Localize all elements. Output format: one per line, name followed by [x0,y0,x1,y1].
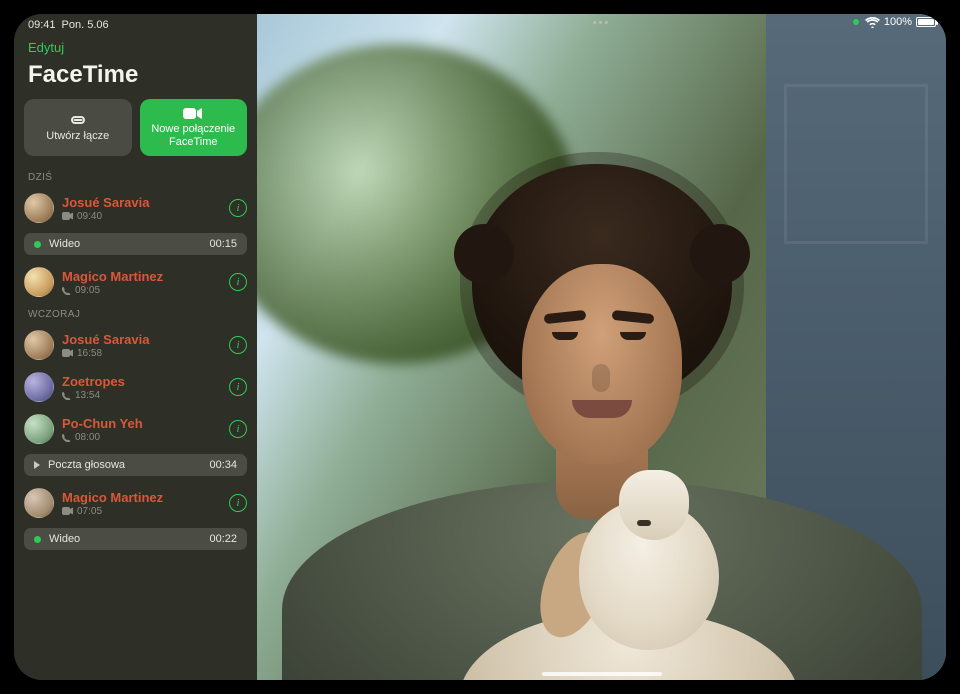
ipad-frame: 09:41 Pon. 5.06 Edytuj FaceTime Utwórz ł… [0,0,960,694]
call-item[interactable]: Zoetropes 13:54 i [14,366,257,408]
camera-preview[interactable]: ••• 100% [257,14,946,680]
video-icon [62,349,73,357]
action-buttons: Utwórz łącze Nowe połączenie FaceTime [14,99,257,166]
create-link-label: Utwórz łącze [46,130,109,143]
page-title: FaceTime [14,59,257,99]
call-time: 13:54 [75,390,100,401]
video-icon [62,212,73,220]
call-text: Magico Martinez 09:05 [62,269,221,296]
video-message-row[interactable]: Wideo 00:22 [24,528,247,550]
avatar [24,372,54,402]
call-meta: 13:54 [62,390,221,401]
call-item[interactable]: Josué Saravia 09:40 i [14,187,257,229]
unread-dot-icon [34,536,41,543]
avatar [24,193,54,223]
phone-icon [62,391,71,400]
info-button[interactable]: i [229,336,247,354]
call-name: Po-Chun Yeh [62,416,221,431]
info-button[interactable]: i [229,378,247,396]
call-name: Zoetropes [62,374,221,389]
call-time: 07:05 [77,506,102,517]
status-bar-left: 09:41 Pon. 5.06 [14,14,257,32]
link-icon [69,113,87,127]
call-meta: 16:58 [62,348,221,359]
sub-duration: 00:34 [209,459,237,471]
call-meta: 07:05 [62,506,221,517]
avatar [24,488,54,518]
avatar [24,267,54,297]
call-text: Po-Chun Yeh 08:00 [62,416,221,443]
new-facetime-label-2: FaceTime [169,136,218,149]
unread-dot-icon [34,241,41,248]
sub-label: Wideo [49,533,80,545]
call-time: 09:05 [75,285,100,296]
voicemail-row[interactable]: Poczta głosowa 00:34 [24,454,247,476]
info-button[interactable]: i [229,420,247,438]
call-text: Josué Saravia 09:40 [62,195,221,222]
edit-button[interactable]: Edytuj [14,32,257,59]
call-item[interactable]: Po-Chun Yeh 08:00 i [14,408,257,450]
battery-icon [916,17,936,27]
new-facetime-label-1: Nowe połączenie [151,123,235,136]
battery-percent: 100% [884,16,912,28]
status-time: 09:41 [28,19,56,31]
call-name: Josué Saravia [62,332,221,347]
call-meta: 09:05 [62,285,221,296]
call-text: Josué Saravia 16:58 [62,332,221,359]
call-item[interactable]: Magico Martinez 07:05 i [14,482,257,524]
avatar [24,414,54,444]
sub-duration: 00:22 [209,533,237,545]
call-text: Magico Martinez 07:05 [62,490,221,517]
call-item[interactable]: Magico Martinez 09:05 i [14,261,257,303]
video-icon [62,507,73,515]
recents-list[interactable]: DZIŚ Josué Saravia 09:40 i Wideo 00:15 [14,166,257,680]
home-indicator[interactable] [542,672,662,676]
sub-label: Poczta głosowa [48,459,125,471]
create-link-button[interactable]: Utwórz łącze [24,99,132,156]
facetime-sidebar: 09:41 Pon. 5.06 Edytuj FaceTime Utwórz ł… [14,14,257,680]
call-name: Josué Saravia [62,195,221,210]
sub-duration: 00:15 [209,238,237,250]
sub-label: Wideo [49,238,80,250]
video-message-row[interactable]: Wideo 00:15 [24,233,247,255]
self-view-photo [257,14,946,680]
call-item[interactable]: Josué Saravia 16:58 i [14,324,257,366]
play-icon [34,461,40,469]
status-date: Pon. 5.06 [62,19,109,31]
camera-indicator-icon [853,19,859,25]
call-name: Magico Martinez [62,490,221,505]
section-yesterday: WCZORAJ [14,303,257,324]
wifi-icon [865,17,880,28]
call-meta: 09:40 [62,211,221,222]
phone-icon [62,433,71,442]
call-text: Zoetropes 13:54 [62,374,221,401]
call-time: 16:58 [77,348,102,359]
avatar [24,330,54,360]
call-meta: 08:00 [62,432,221,443]
info-button[interactable]: i [229,494,247,512]
section-today: DZIŚ [14,166,257,187]
call-name: Magico Martinez [62,269,221,284]
call-time: 08:00 [75,432,100,443]
info-button[interactable]: i [229,199,247,217]
status-bar-right: 100% [853,16,936,28]
info-button[interactable]: i [229,273,247,291]
call-time: 09:40 [77,211,102,222]
new-facetime-button[interactable]: Nowe połączenie FaceTime [140,99,248,156]
video-icon [183,107,203,120]
multitask-grabber-icon[interactable]: ••• [593,17,611,29]
screen: 09:41 Pon. 5.06 Edytuj FaceTime Utwórz ł… [14,14,946,680]
phone-icon [62,286,71,295]
